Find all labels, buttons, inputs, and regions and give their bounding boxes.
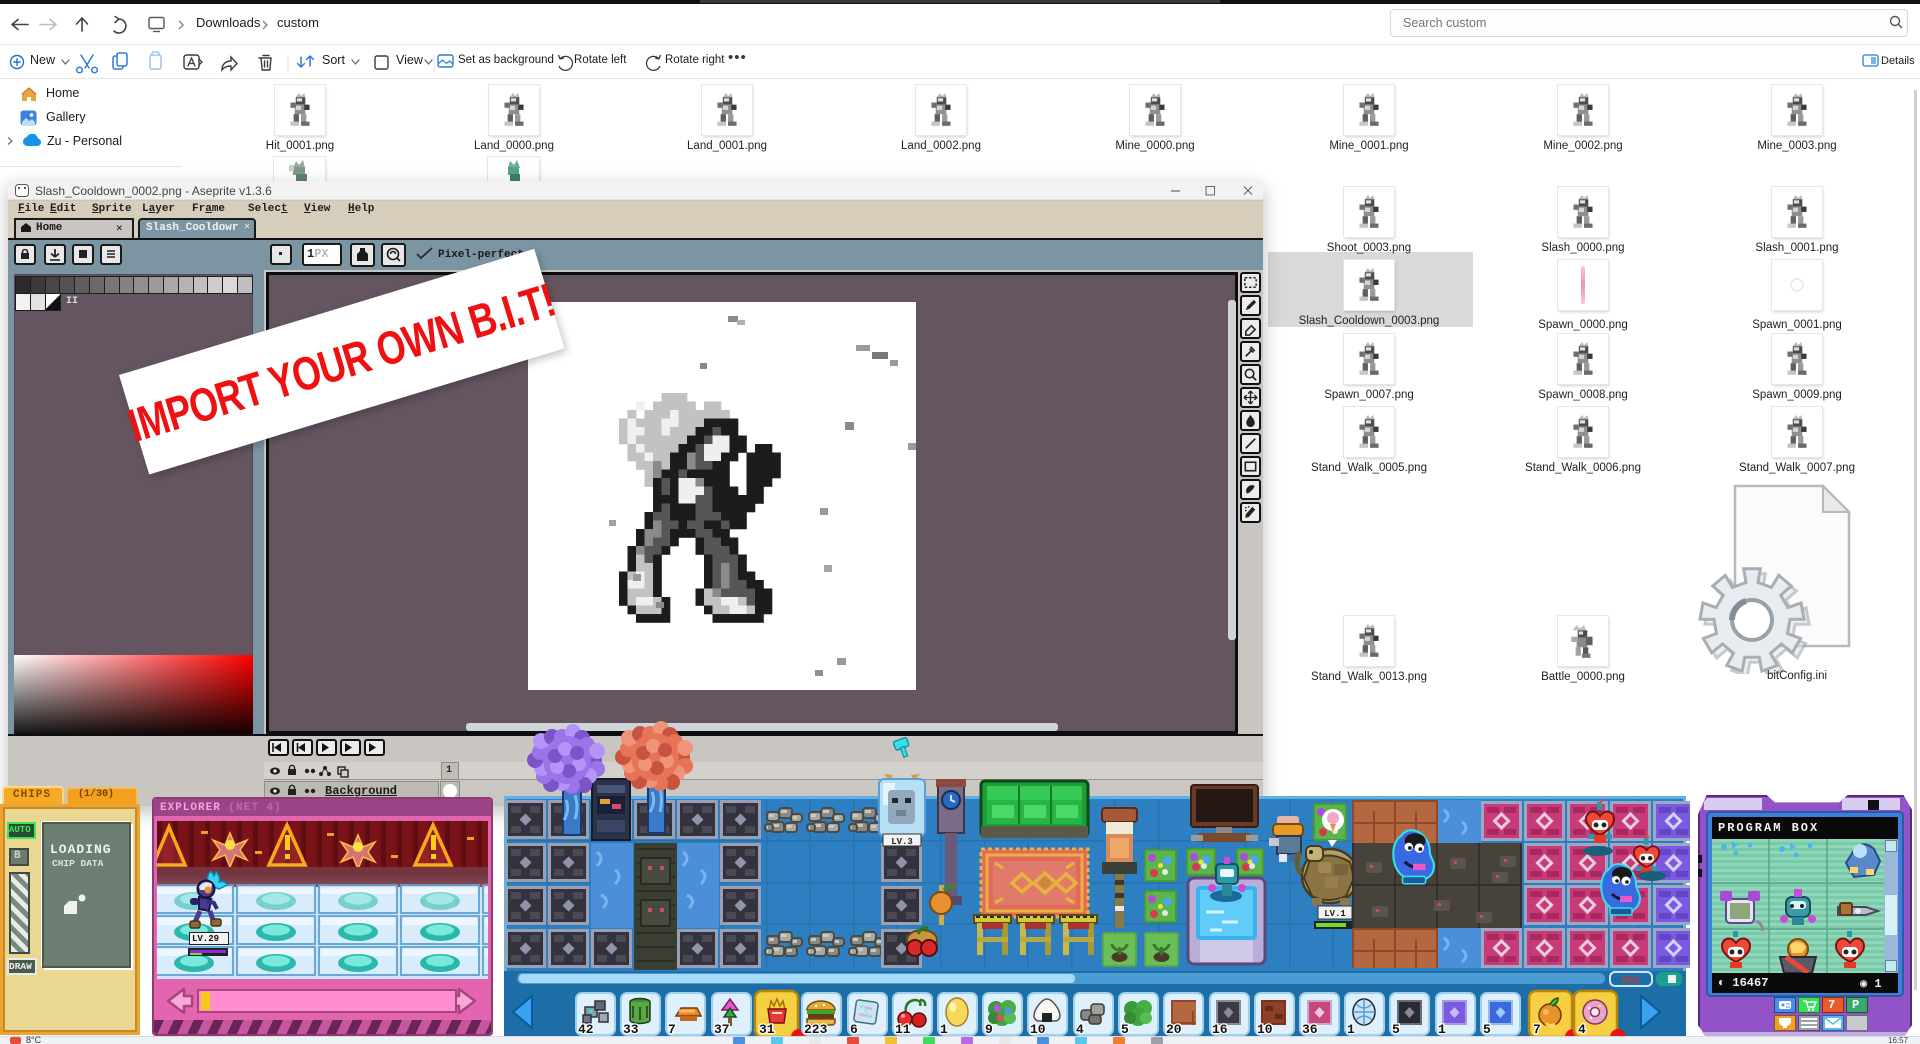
svg-text:4: 4 <box>1578 1022 1586 1037</box>
svg-text:10: 10 <box>1257 1022 1273 1037</box>
svg-text:10: 10 <box>1030 1022 1046 1037</box>
svg-text:LV.3: LV.3 <box>891 837 913 847</box>
svg-text:4: 4 <box>1076 1022 1084 1037</box>
svg-text:5: 5 <box>1121 1022 1129 1037</box>
svg-text:16: 16 <box>1212 1022 1228 1037</box>
svg-text:1: 1 <box>1347 1022 1355 1037</box>
svg-text:33: 33 <box>623 1022 639 1037</box>
svg-text:6: 6 <box>850 1022 858 1037</box>
svg-text:5: 5 <box>1483 1022 1491 1037</box>
svg-text:11: 11 <box>895 1022 911 1037</box>
svg-text:5: 5 <box>1392 1022 1400 1037</box>
svg-text:223: 223 <box>804 1022 828 1037</box>
svg-text:7: 7 <box>668 1022 676 1037</box>
svg-text:31: 31 <box>759 1022 775 1037</box>
svg-text:9: 9 <box>985 1022 993 1037</box>
svg-text:20: 20 <box>1166 1022 1182 1037</box>
svg-text:36: 36 <box>1302 1022 1318 1037</box>
svg-text:1: 1 <box>940 1022 948 1037</box>
svg-text:1: 1 <box>1438 1022 1446 1037</box>
svg-text:37: 37 <box>714 1022 730 1037</box>
svg-text:LV.1: LV.1 <box>1324 909 1346 919</box>
svg-text:7: 7 <box>1533 1022 1541 1037</box>
svg-text:42: 42 <box>578 1022 594 1037</box>
